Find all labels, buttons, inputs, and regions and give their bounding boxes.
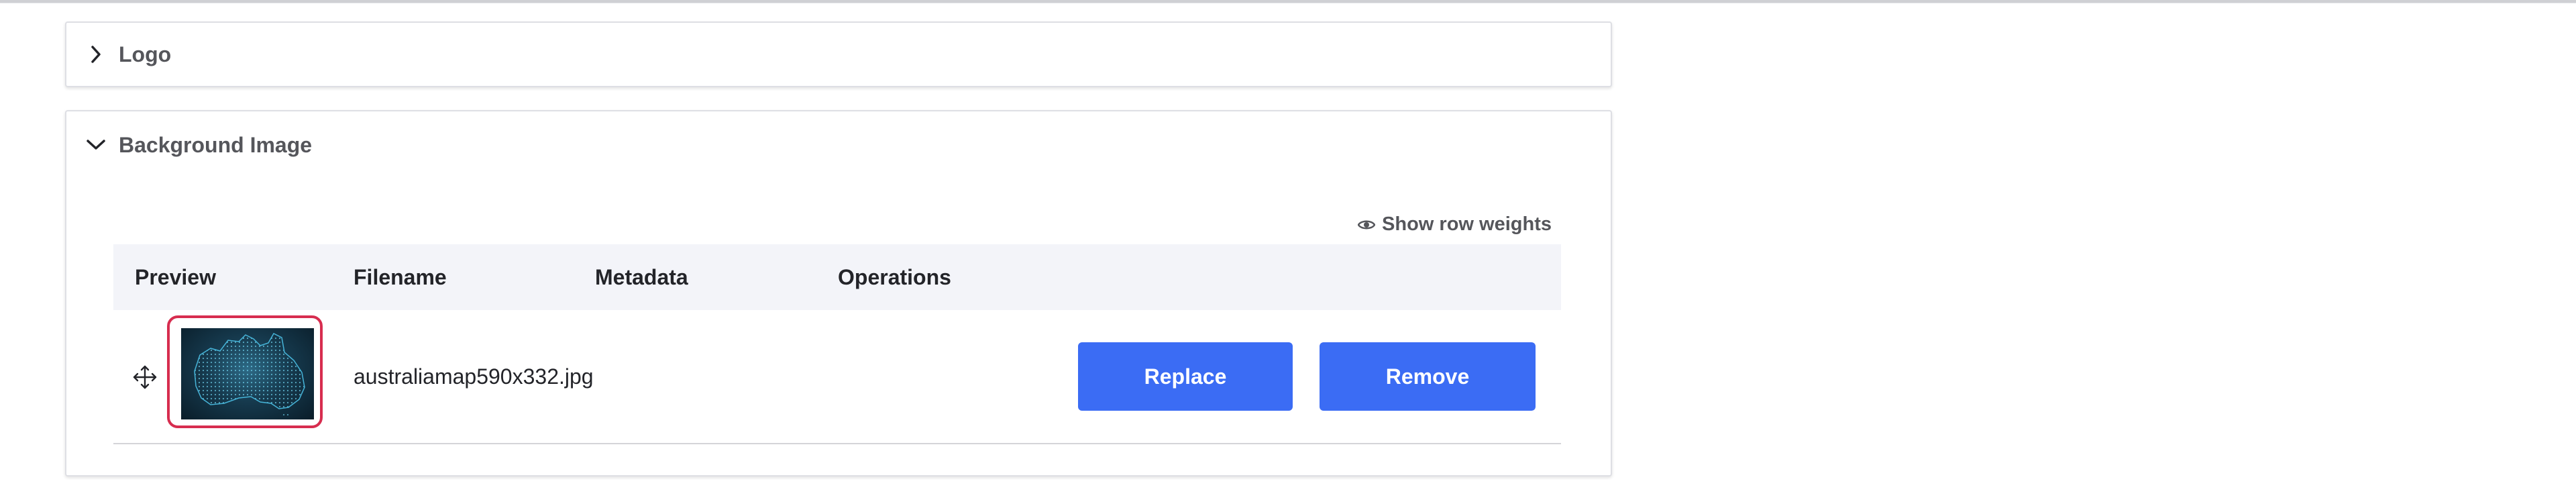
images-table: Preview Filename Metadata Operations aus… bbox=[113, 244, 1561, 444]
table-row: australiamap590x332.jpg Replace Remove bbox=[113, 310, 1561, 444]
remove-button[interactable]: Remove bbox=[1320, 342, 1536, 411]
filename-cell: australiamap590x332.jpg bbox=[354, 364, 594, 389]
show-row-weights-label: Show row weights bbox=[1382, 213, 1552, 235]
logo-section-title: Logo bbox=[119, 42, 172, 66]
background-image-section: Background Image Show row weights Previe… bbox=[65, 110, 1612, 476]
chevron-right-icon bbox=[85, 44, 107, 65]
image-preview[interactable] bbox=[167, 315, 323, 428]
column-header-operations: Operations bbox=[838, 265, 951, 289]
background-image-section-toggle[interactable]: Background Image bbox=[85, 111, 312, 179]
australia-map-thumbnail bbox=[181, 328, 314, 419]
background-image-section-title: Background Image bbox=[119, 132, 313, 157]
chevron-down-icon bbox=[85, 134, 107, 156]
show-row-weights-button[interactable]: Show row weights bbox=[1358, 213, 1552, 236]
replace-button[interactable]: Replace bbox=[1078, 342, 1293, 411]
table-header: Preview Filename Metadata Operations bbox=[113, 244, 1561, 310]
move-icon[interactable] bbox=[132, 364, 158, 390]
logo-section: Logo bbox=[65, 21, 1612, 87]
column-header-metadata: Metadata bbox=[595, 265, 688, 289]
top-border bbox=[0, 0, 2576, 3]
logo-section-toggle[interactable]: Logo bbox=[85, 23, 171, 86]
page: Logo Background Image Show row weights P… bbox=[0, 0, 2576, 502]
column-header-preview: Preview bbox=[135, 265, 216, 289]
eye-icon bbox=[1358, 220, 1376, 229]
column-header-filename: Filename bbox=[354, 265, 447, 289]
